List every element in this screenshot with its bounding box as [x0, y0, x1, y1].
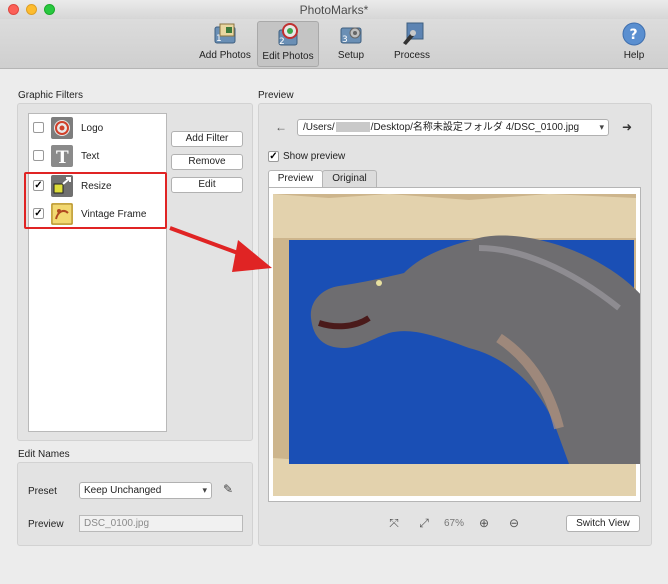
zoom-level: 67% — [444, 518, 465, 529]
zoom-out-icon[interactable]: ⊖ — [507, 516, 521, 530]
svg-text:3: 3 — [342, 35, 348, 45]
list-item[interactable]: T Text — [29, 142, 166, 170]
edit-filter-button[interactable]: Edit — [171, 177, 243, 193]
preset-select-value: Keep Unchanged — [84, 485, 162, 496]
preview-heading: Preview — [258, 90, 294, 101]
toolbar-edit-photos[interactable]: 2 Edit Photos — [257, 21, 319, 67]
path-prefix: /Users/ — [303, 122, 335, 133]
name-preview-field: DSC_0100.jpg — [79, 515, 243, 532]
svg-text:T: T — [56, 148, 69, 167]
title-bar: PhotoMarks* — [0, 0, 668, 19]
show-preview-label: Show preview — [283, 151, 346, 162]
filter-label: Text — [81, 151, 100, 162]
toolbar-edit-photos-label: Edit Photos — [262, 51, 314, 62]
toolbar-process[interactable]: Process — [390, 21, 434, 67]
selected-filters-highlight — [24, 172, 167, 229]
setup-icon: 3 — [338, 21, 364, 47]
zoom-in-icon[interactable]: ⊕ — [477, 516, 491, 530]
actual-size-icon[interactable]: ⤢ — [417, 516, 431, 530]
show-preview-checkbox[interactable]: ✓ — [268, 151, 279, 162]
logo-filter-icon — [51, 117, 73, 139]
remove-filter-button[interactable]: Remove — [171, 154, 243, 170]
chevron-down-icon: ▾ — [202, 485, 207, 495]
redacted-username — [335, 122, 370, 133]
svg-text:?: ? — [630, 27, 638, 43]
window-title: PhotoMarks* — [299, 3, 369, 17]
photo-preview — [268, 187, 644, 502]
process-icon — [399, 21, 425, 47]
chevron-down-icon: ▾ — [599, 122, 604, 132]
toolbar-add-photos[interactable]: 1 Add Photos — [196, 21, 254, 67]
filter-list[interactable]: Logo T Text ✓ Resize ✓ Vintage Frame — [28, 113, 167, 432]
path-suffix: /Desktop/名称未設定フォルダ 4/DSC_0100.jpg — [370, 122, 580, 133]
logo-filter-checkbox[interactable] — [33, 122, 44, 133]
photo-path-select[interactable]: /Users/ /Desktop/名称未設定フォルダ 4/DSC_0100.jpg… — [297, 119, 609, 136]
tab-original[interactable]: Original — [322, 170, 377, 188]
text-filter-icon: T — [51, 145, 73, 168]
toolbar-setup-label: Setup — [337, 50, 365, 61]
next-photo-arrow-icon[interactable]: ➜ — [622, 120, 632, 134]
text-filter-checkbox[interactable] — [33, 150, 44, 161]
fit-to-window-icon[interactable]: ⤧ — [387, 516, 401, 530]
edit-names-heading: Edit Names — [18, 449, 70, 460]
pencil-icon[interactable]: ✎ — [223, 482, 237, 496]
preset-select[interactable]: Keep Unchanged ▾ — [79, 482, 212, 499]
list-item[interactable]: Logo — [29, 114, 166, 142]
edit-names-panel — [17, 462, 253, 546]
svg-text:2: 2 — [279, 37, 285, 47]
help-icon: ? — [621, 21, 647, 47]
switch-view-button[interactable]: Switch View — [566, 515, 640, 532]
tab-preview[interactable]: Preview — [268, 170, 323, 188]
add-filter-button[interactable]: Add Filter — [171, 131, 243, 147]
annotation-arrow-icon — [169, 226, 272, 272]
toolbar-process-label: Process — [393, 50, 431, 61]
preview-image — [273, 194, 644, 496]
toolbar-setup[interactable]: 3 Setup — [330, 21, 372, 67]
toolbar-help-label: Help — [623, 50, 645, 61]
svg-text:1: 1 — [216, 34, 222, 44]
edit-photos-icon: 2 — [275, 22, 301, 48]
name-preview-label: Preview — [28, 519, 64, 530]
toolbar-help[interactable]: ? Help — [618, 21, 650, 67]
filter-label: Logo — [81, 123, 104, 134]
toolbar-add-photos-label: Add Photos — [199, 50, 251, 61]
preset-label: Preset — [28, 486, 57, 497]
add-photos-icon: 1 — [212, 21, 238, 47]
graphic-filters-heading: Graphic Filters — [18, 90, 84, 101]
toolbar: 1 Add Photos 2 Edit Photos 3 Setup Proce… — [0, 19, 668, 69]
previous-photo-arrow-icon[interactable]: ← — [275, 120, 287, 134]
